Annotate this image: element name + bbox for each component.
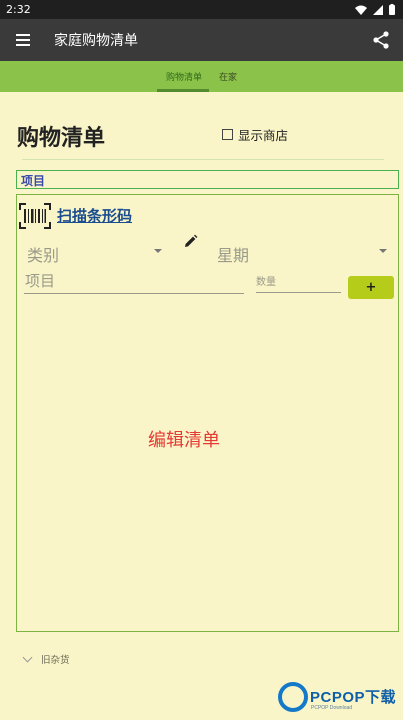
item-input[interactable]: 项目 [24, 270, 244, 294]
watermark-sub: PCPOP Download [311, 705, 353, 711]
day-dropdown[interactable]: 星期 [217, 242, 249, 266]
tab-indicator [157, 89, 209, 92]
old-goods-label: 旧杂货 [41, 655, 70, 666]
status-bar: 2:32 [0, 0, 403, 19]
watermark-circle-icon [278, 682, 308, 712]
category-dropdown[interactable]: 类别 [27, 242, 59, 266]
tab-bar: 购物清单 在家 [0, 61, 403, 92]
show-stores-label: 显示商店 [238, 128, 289, 143]
watermark-logo: PCPOP下载 PCPOP Download [278, 682, 402, 716]
old-goods-section[interactable]: 旧杂货 [22, 652, 70, 666]
app-title: 家庭购物清单 [54, 33, 138, 49]
share-icon[interactable] [371, 30, 391, 50]
show-stores-toggle[interactable]: 显示商店 [222, 125, 288, 144]
app-bar: 家庭购物清单 [0, 19, 403, 61]
status-time: 2:32 [6, 3, 31, 16]
wifi-icon [355, 5, 367, 15]
pencil-icon[interactable] [183, 234, 198, 249]
barcode-icon[interactable] [19, 203, 51, 229]
shopping-list-container [16, 194, 399, 632]
item-header-label: 项目 [21, 174, 46, 188]
signal-icon [373, 4, 383, 15]
scan-barcode-link[interactable]: 扫描条形码 [57, 205, 132, 226]
status-icons [355, 4, 395, 15]
add-item-button[interactable]: + [348, 276, 394, 299]
watermark-brand: PCPOP下载 [310, 689, 397, 706]
menu-icon[interactable] [14, 31, 34, 49]
category-chevron-down-icon[interactable] [154, 249, 162, 253]
title-divider [22, 159, 384, 160]
edit-list-link[interactable]: 编辑清单 [148, 426, 220, 452]
chevron-down-icon[interactable] [22, 652, 33, 662]
show-stores-checkbox[interactable] [222, 129, 233, 140]
day-chevron-down-icon[interactable] [379, 249, 387, 253]
item-header-bar[interactable]: 项目 [16, 170, 399, 189]
tab-shopping-list[interactable]: 购物清单 [166, 70, 202, 83]
page-title: 购物清单 [17, 126, 106, 151]
quantity-input[interactable]: 数量 [256, 274, 341, 293]
tab-at-home[interactable]: 在家 [219, 70, 237, 83]
battery-icon [389, 4, 395, 15]
